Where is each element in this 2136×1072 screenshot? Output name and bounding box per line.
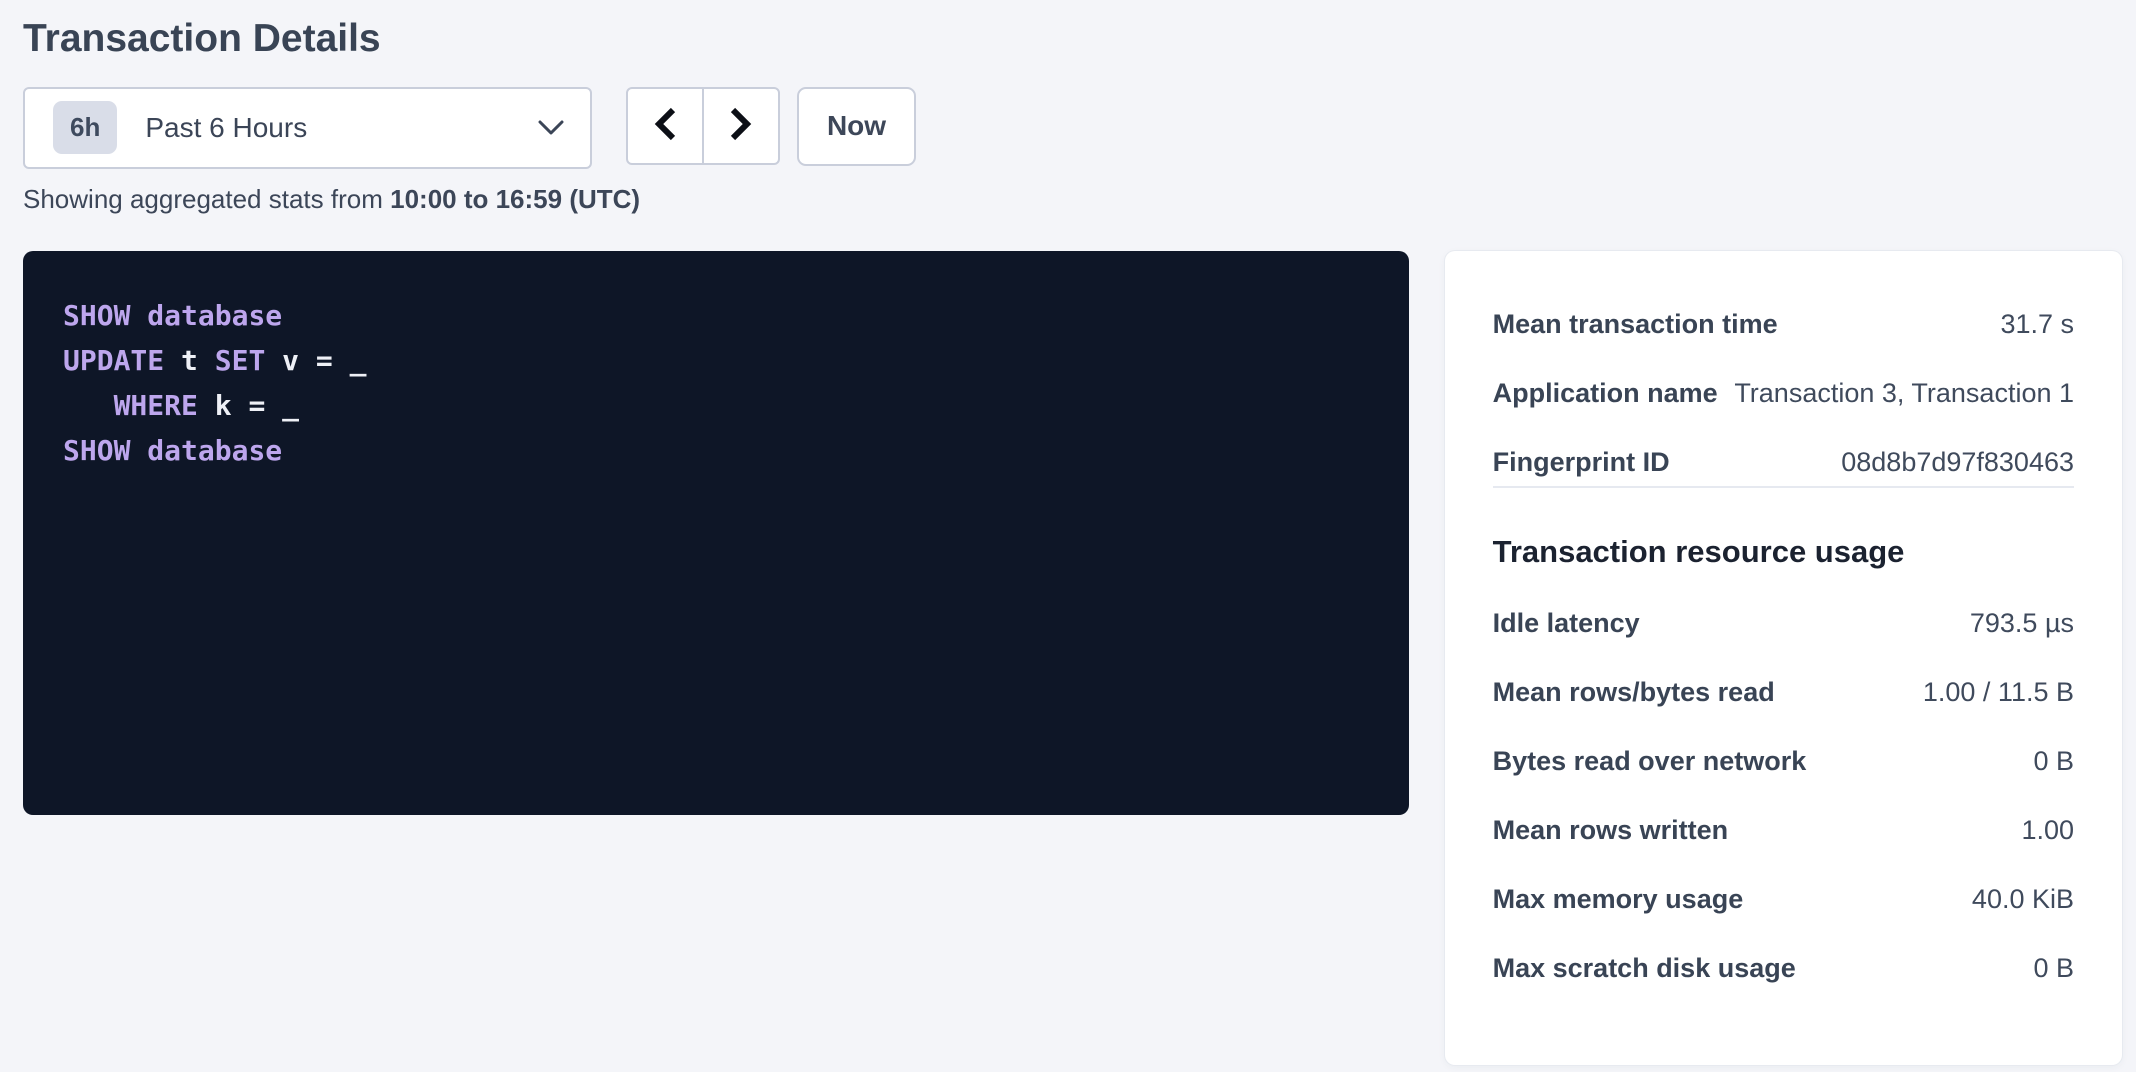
stat-value: Transaction 3, Transaction 1 (1734, 378, 2074, 409)
sql-token-keyword: UPDATE (63, 344, 164, 377)
stat-row: Bytes read over network 0 B (1493, 746, 2074, 777)
stat-value: 08d8b7d97f830463 (1841, 447, 2074, 478)
caption-time-range: 10:00 to 16:59 (UTC) (390, 184, 640, 214)
resource-stats-section: Idle latency 793.5 µs Mean rows/bytes re… (1493, 608, 2074, 984)
stat-value: 0 B (2033, 953, 2074, 984)
stat-label: Application name (1493, 378, 1718, 409)
chevron-right-icon (729, 107, 753, 144)
stat-row: Mean rows written 1.00 (1493, 815, 2074, 846)
stat-row: Mean rows/bytes read 1.00 / 11.5 B (1493, 677, 2074, 708)
chevron-down-icon (538, 120, 564, 136)
sql-line: SHOW database (63, 428, 1369, 473)
next-time-window-button[interactable] (702, 87, 780, 165)
prev-time-window-button[interactable] (626, 87, 704, 165)
stat-value: 1.00 (2021, 815, 2074, 846)
stat-row: Max memory usage 40.0 KiB (1493, 884, 2074, 915)
sql-token-plain (130, 434, 147, 467)
stat-value: 0 B (2033, 746, 2074, 777)
caption-prefix: Showing aggregated stats from (23, 184, 390, 214)
time-controls: 6h Past 6 Hours Now (23, 87, 2122, 169)
sql-token-keyword: SET (215, 344, 266, 377)
sql-token-keyword: SHOW (63, 434, 130, 467)
stat-label: Max scratch disk usage (1493, 953, 1796, 984)
sql-line: SHOW database (63, 293, 1369, 338)
stat-row: Mean transaction time 31.7 s (1493, 309, 2074, 340)
sql-statement-panel: SHOW databaseUPDATE t SET v = _ WHERE k … (23, 251, 1409, 815)
sql-token-plain: v = _ (265, 344, 366, 377)
stat-label: Mean rows/bytes read (1493, 677, 1775, 708)
sql-token-keyword: database (147, 434, 282, 467)
time-range-selector[interactable]: 6h Past 6 Hours (23, 87, 592, 169)
time-range-badge: 6h (53, 101, 117, 154)
time-nav-group (626, 87, 780, 165)
sql-token-plain: t (164, 344, 215, 377)
now-button[interactable]: Now (797, 87, 916, 166)
stat-label: Max memory usage (1493, 884, 1744, 915)
main-content: SHOW databaseUPDATE t SET v = _ WHERE k … (23, 251, 2122, 1065)
stat-label: Mean transaction time (1493, 309, 1778, 340)
stat-value: 40.0 KiB (1972, 884, 2074, 915)
stat-row: Application name Transaction 3, Transact… (1493, 378, 2074, 409)
stat-label: Idle latency (1493, 608, 1640, 639)
sql-statements: SHOW databaseUPDATE t SET v = _ WHERE k … (63, 293, 1369, 473)
transaction-stats-card: Mean transaction time 31.7 s Application… (1445, 251, 2122, 1065)
time-range-label: Past 6 Hours (145, 112, 538, 144)
stat-row: Fingerprint ID 08d8b7d97f830463 (1493, 447, 2074, 478)
sql-token-plain (63, 389, 114, 422)
stat-row: Idle latency 793.5 µs (1493, 608, 2074, 639)
stat-label: Fingerprint ID (1493, 447, 1670, 478)
sql-token-plain (130, 299, 147, 332)
sql-token-plain: k = _ (198, 389, 299, 422)
stat-value: 793.5 µs (1970, 608, 2074, 639)
resource-usage-heading: Transaction resource usage (1493, 534, 2074, 570)
sql-token-keyword: WHERE (114, 389, 198, 422)
sql-token-keyword: database (147, 299, 282, 332)
page-title: Transaction Details (23, 16, 2122, 63)
summary-stats-section: Mean transaction time 31.7 s Application… (1493, 309, 2074, 478)
sql-line: UPDATE t SET v = _ (63, 338, 1369, 383)
stat-label: Mean rows written (1493, 815, 1729, 846)
stat-label: Bytes read over network (1493, 746, 1807, 777)
stat-value: 31.7 s (2000, 309, 2074, 340)
chevron-left-icon (653, 107, 677, 144)
sql-line: WHERE k = _ (63, 383, 1369, 428)
card-divider (1493, 486, 2074, 488)
stat-value: 1.00 / 11.5 B (1923, 677, 2074, 708)
sql-token-keyword: SHOW (63, 299, 130, 332)
transaction-details-page: Transaction Details 6h Past 6 Hours Now … (0, 0, 2136, 1065)
aggregation-caption: Showing aggregated stats from 10:00 to 1… (23, 184, 2122, 215)
stat-row: Max scratch disk usage 0 B (1493, 953, 2074, 984)
